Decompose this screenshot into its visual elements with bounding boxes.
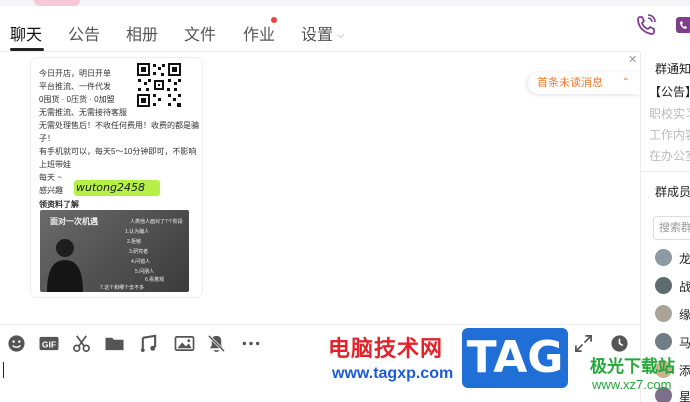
window-top-strip [0, 0, 690, 6]
person-silhouette [47, 239, 83, 292]
avatar [655, 277, 672, 294]
avatar [655, 249, 672, 266]
promo-picture-title: 面对一次机遇 [50, 217, 98, 226]
first-unread-label: 首条未读消息 [537, 77, 603, 89]
music-icon[interactable] [139, 334, 158, 353]
tab-settings-label: 设置 [301, 27, 334, 44]
phone-icon[interactable] [636, 14, 656, 36]
member-name: 添 [679, 364, 690, 378]
member-item[interactable]: 马 [655, 333, 690, 351]
watermark-site-name: 电脑技术网 [328, 337, 444, 362]
promo-line-4: 无需推流、无需接待客服 [39, 108, 127, 117]
tab-announcement[interactable]: 公告 [68, 21, 100, 45]
text-caret [3, 362, 4, 378]
tab-settings[interactable]: 设置 ⌵ [301, 21, 345, 45]
promo-line-8: 上班带娃 [39, 160, 71, 169]
window-top-accent [34, 0, 80, 6]
mute-bell-icon[interactable] [207, 334, 226, 353]
avatar [655, 333, 672, 350]
promo-picture-caption: 人类他人面对了7个阶段 [130, 219, 183, 225]
promo-line-2: 平台推流、一件代发 [39, 82, 111, 91]
folder-icon[interactable] [104, 334, 125, 353]
group-notice-title: 群通知 [655, 62, 690, 76]
first-unread-message-button[interactable]: 首条未读消息 ⌃ [528, 72, 640, 94]
video-icon[interactable] [674, 14, 690, 36]
image-message[interactable]: 今日开店，明日开单 平台推流、一件代发 0囤货 · 0压货 · 0加盟 无需推流… [31, 58, 202, 297]
history-icon[interactable] [610, 334, 629, 353]
promo-line-3: 0囤货 · 0压货 · 0加盟 [39, 95, 115, 104]
watermark-download-site: 极光下载站 [590, 357, 675, 377]
member-name: 战 [679, 280, 690, 294]
member-name: 马 [679, 336, 690, 350]
tab-bar: 聊天 公告 相册 文件 作业 设置 ⌵ [0, 10, 640, 52]
member-search-input[interactable]: 搜索群 [653, 216, 690, 240]
watermark-url: www.tagxp.com [332, 365, 454, 382]
more-icon[interactable] [240, 334, 262, 353]
double-chevron-up-icon: ⌃ [621, 77, 630, 88]
panel-divider [641, 171, 690, 172]
emoji-icon[interactable] [7, 334, 26, 353]
notice-line-4: 在办公室 [649, 149, 690, 163]
group-members-title: 群成员 [655, 185, 690, 199]
notice-line-3: 工作内容 [649, 128, 690, 142]
tab-files[interactable]: 文件 [184, 21, 216, 45]
watermark-tag-logo: TAG [462, 328, 568, 388]
gif-label: GIF [42, 339, 56, 349]
promo-step-1: 1.认为骗人 [125, 229, 150, 235]
member-name: 龙 [679, 252, 690, 266]
tab-chat[interactable]: 聊天 [10, 21, 42, 45]
avatar [655, 305, 672, 322]
chevron-down-icon: ⌵ [337, 30, 345, 41]
expand-icon[interactable] [574, 334, 593, 353]
active-tab-underline [10, 48, 44, 51]
promo-step-6: 6.看着观 [145, 277, 165, 283]
member-name: 星 [679, 390, 690, 402]
promo-step-5: 5.问朋人 [135, 269, 155, 275]
promo-line-9: 每天 ~ [39, 173, 62, 182]
member-name: 缘 [679, 308, 690, 322]
promo-line-10: 感兴趣 [39, 186, 63, 195]
qr-code-image [136, 62, 182, 108]
notice-line-2: 职校实习 [649, 107, 690, 121]
group-info-panel: 群通知 【公告】 职校实习 工作内容 在办公室 群成员 搜索群 龙 战 缘 马 … [640, 52, 690, 402]
homework-badge-dot [271, 17, 277, 23]
close-icon[interactable]: ✕ [628, 53, 637, 66]
image-icon[interactable] [174, 334, 195, 353]
promo-line-11: 领资料了解 [39, 200, 79, 209]
tab-album[interactable]: 相册 [126, 21, 158, 45]
promo-line-5: 无需处理售后！不收任何费用！收费的都是骗 [39, 121, 199, 130]
member-item[interactable]: 战 [655, 277, 690, 295]
promo-step-3: 3.研究者 [129, 249, 149, 255]
promo-line-1: 今日开店，明日开单 [39, 69, 111, 78]
promo-step-2: 2.拒敏 [127, 239, 142, 245]
promo-picture: 面对一次机遇 人类他人面对了7个阶段 1.认为骗人 2.拒敏 3.研究者 4.问… [40, 210, 189, 292]
notice-line-1: 【公告】 [649, 85, 690, 99]
promo-step-7: 7.这个和哪个去不多 [100, 285, 145, 291]
wechat-id-highlight: wutong2458 [74, 180, 160, 196]
promo-line-6: 子！ [39, 134, 55, 143]
member-item[interactable]: 缘 [655, 305, 690, 323]
watermark-download-url: www.xz7.com [592, 377, 672, 392]
gif-icon[interactable]: GIF [38, 334, 60, 353]
promo-line-7: 有手机就可以，每天5～10分钟即可，不影响 [39, 147, 197, 156]
tab-homework[interactable]: 作业 [243, 21, 275, 45]
promo-step-4: 4.问错人 [131, 259, 151, 265]
scissors-icon[interactable] [72, 334, 91, 353]
member-item[interactable]: 龙 [655, 249, 690, 267]
